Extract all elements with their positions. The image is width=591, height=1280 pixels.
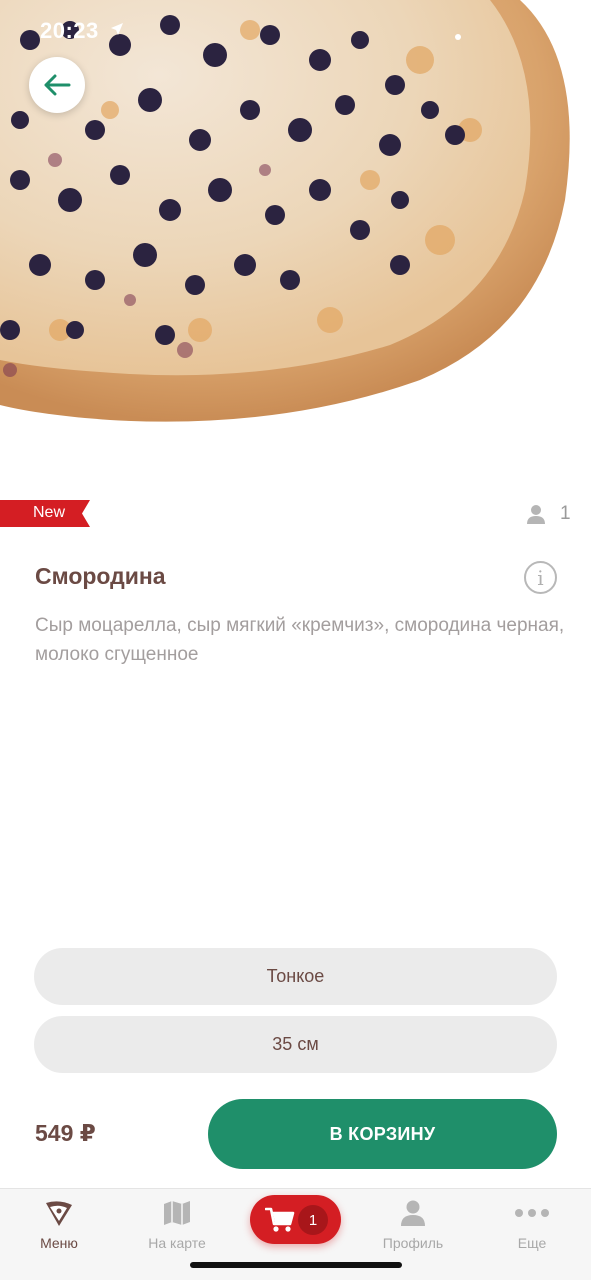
add-to-cart-button[interactable]: В КОРЗИНУ — [208, 1099, 557, 1169]
map-icon — [164, 1201, 190, 1225]
status-bar: 20:23 — [0, 0, 591, 60]
location-arrow-icon — [111, 23, 123, 35]
tab-map[interactable]: На карте — [122, 1189, 232, 1259]
back-button[interactable] — [29, 57, 85, 113]
tab-more-label: Еще — [517, 1235, 547, 1251]
tab-map-label: На карте — [148, 1235, 206, 1251]
status-indicator-dot — [455, 34, 461, 40]
crust-selector[interactable]: Тонкое — [34, 948, 557, 1005]
product-description: Сыр моцарелла, сыр мягкий «кремчиз», смо… — [35, 615, 565, 665]
pizza-slice-icon — [46, 1201, 72, 1226]
persons-count: 1 — [526, 503, 571, 525]
cart-count-badge: 1 — [298, 1205, 328, 1235]
info-button[interactable]: i — [524, 561, 557, 594]
size-selector[interactable]: 35 см — [34, 1016, 557, 1073]
person-icon — [527, 505, 545, 524]
tab-menu-label: Меню — [40, 1235, 78, 1251]
status-time: 20:23 — [40, 18, 99, 43]
home-indicator — [190, 1262, 402, 1268]
tab-more[interactable]: Еще — [477, 1189, 587, 1259]
product-price: 549 ₽ — [35, 1120, 96, 1146]
tab-menu[interactable]: Меню — [4, 1189, 114, 1259]
more-dots-icon — [515, 1209, 549, 1217]
arrow-left-icon — [44, 74, 71, 96]
pizza-illustration — [0, 0, 570, 422]
tab-profile[interactable]: Профиль — [358, 1189, 468, 1259]
tab-profile-label: Профиль — [382, 1235, 444, 1251]
persons-count-value: 1 — [560, 503, 571, 524]
person-icon — [401, 1200, 425, 1226]
product-title: Смородина — [35, 563, 166, 589]
info-icon: i — [537, 565, 544, 590]
cart-icon — [265, 1207, 295, 1232]
new-badge: New — [0, 500, 90, 527]
badge-label: New — [33, 504, 66, 521]
product-image — [0, 0, 591, 450]
